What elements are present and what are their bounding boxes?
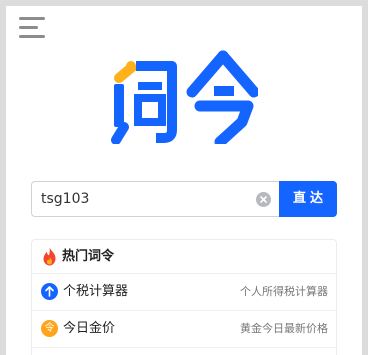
app-frame: 直达 热门词令 个税计算器 个人所得税计算器 令 今日金价 黄金今日最新价格: [6, 6, 362, 355]
arrow-up-icon: [41, 283, 58, 300]
arrow-up-glyph: [45, 286, 54, 297]
hot-item-desc: 黄金今日最新价格: [240, 322, 328, 335]
hot-list-header: 热门词令: [32, 240, 336, 274]
hot-item-tax-calculator[interactable]: 个税计算器 个人所得税计算器: [32, 274, 336, 311]
hot-list-card: 热门词令 个税计算器 个人所得税计算器 令 今日金价 黄金今日最新价格: [31, 239, 337, 355]
menu-icon-bar: [19, 26, 38, 29]
clear-x-glyph: [260, 196, 267, 203]
menu-icon: [19, 17, 45, 20]
search-bar: 直达: [31, 181, 337, 217]
hot-list-title: 热门词令: [62, 249, 115, 264]
menu-icon-bar: [19, 35, 45, 38]
hot-item-gold-price[interactable]: 令 今日金价 黄金今日最新价格: [32, 311, 336, 348]
hot-item-desc: 个人所得税计算器: [240, 285, 328, 298]
clear-icon[interactable]: [256, 192, 271, 207]
menu-button[interactable]: [19, 17, 45, 39]
ling-badge-icon: 令: [41, 320, 58, 337]
search-input[interactable]: [41, 183, 246, 215]
flame-icon: [43, 247, 56, 266]
hot-item-name: 个税计算器: [63, 284, 129, 299]
hot-item-name: 今日金价: [63, 321, 116, 336]
search-box: [31, 181, 280, 217]
go-button[interactable]: 直达: [279, 181, 337, 217]
app-logo: [111, 50, 258, 144]
